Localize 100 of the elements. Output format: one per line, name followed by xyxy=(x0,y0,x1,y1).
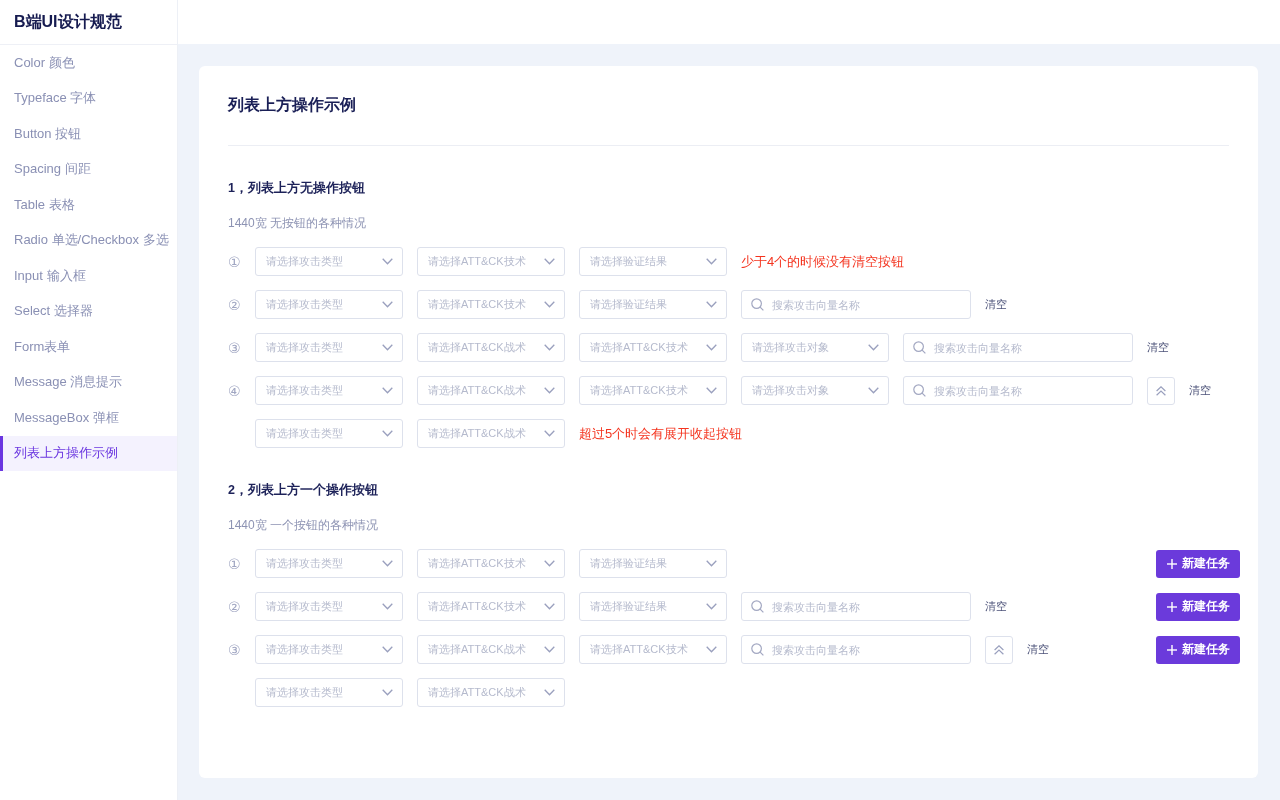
chevron-down-icon xyxy=(382,430,393,437)
chevron-down-icon xyxy=(382,258,393,265)
chevron-down-icon xyxy=(382,603,393,610)
row-number: ② xyxy=(228,296,241,313)
chevron-down-icon xyxy=(706,344,717,351)
chevron-down-icon xyxy=(706,301,717,308)
select-field[interactable]: 请选择攻击类型 xyxy=(255,635,403,664)
app-title: B端UI设计规范 xyxy=(0,0,177,45)
clear-link[interactable]: 清空 xyxy=(1027,642,1049,657)
chevron-down-icon xyxy=(544,560,555,567)
clear-link[interactable]: 清空 xyxy=(985,599,1007,614)
search-field[interactable]: 搜索攻击向量名称 xyxy=(903,376,1133,405)
chevron-down-icon xyxy=(382,387,393,394)
new-task-button[interactable]: 新建任务 xyxy=(1156,635,1240,664)
search-icon xyxy=(913,384,926,397)
search-icon xyxy=(751,298,764,311)
chevron-down-icon xyxy=(544,344,555,351)
select-field[interactable]: 请选择ATT&CK技术 xyxy=(417,247,565,276)
page-title: 列表上方操作示例 xyxy=(228,95,357,115)
select-field[interactable]: 请选择攻击类型 xyxy=(255,333,403,362)
select-field[interactable]: 请选择攻击对象 xyxy=(741,333,889,362)
sidebar-item[interactable]: Form表单 xyxy=(0,329,177,365)
select-field[interactable]: 请选择ATT&CK战术 xyxy=(417,678,565,707)
row-number: ① xyxy=(228,253,241,270)
sidebar-item[interactable]: Spacing 间距 xyxy=(0,151,177,187)
chevron-down-icon xyxy=(382,301,393,308)
chevron-down-icon xyxy=(706,560,717,567)
chevron-down-icon xyxy=(706,603,717,610)
sidebar-item[interactable]: Table 表格 xyxy=(0,187,177,223)
select-field[interactable]: 请选择ATT&CK技术 xyxy=(417,549,565,578)
section-subtitle: 1440宽 一个按钮的各种情况 xyxy=(228,517,380,534)
row-number: ③ xyxy=(228,339,241,356)
chevron-down-icon xyxy=(706,258,717,265)
chevron-down-icon xyxy=(544,430,555,437)
select-field[interactable]: 请选择ATT&CK技术 xyxy=(579,333,727,362)
collapse-button[interactable] xyxy=(985,635,1013,664)
search-icon xyxy=(751,643,764,656)
select-field[interactable]: 请选择验证结果 xyxy=(579,290,727,319)
chevron-down-icon xyxy=(544,258,555,265)
new-task-button[interactable]: 新建任务 xyxy=(1156,549,1240,578)
select-field[interactable]: 请选择ATT&CK战术 xyxy=(417,333,565,362)
select-field[interactable]: 请选择ATT&CK技术 xyxy=(579,376,727,405)
chevron-down-icon xyxy=(868,344,879,351)
select-field[interactable]: 请选择攻击类型 xyxy=(255,678,403,707)
sidebar-item[interactable]: Typeface 字体 xyxy=(0,80,177,116)
section-subtitle: 1440宽 无按钮的各种情况 xyxy=(228,215,368,232)
chevron-down-icon xyxy=(544,646,555,653)
chevron-down-icon xyxy=(868,387,879,394)
chevron-down-icon xyxy=(382,646,393,653)
select-field[interactable]: 请选择ATT&CK战术 xyxy=(417,419,565,448)
select-field[interactable]: 请选择验证结果 xyxy=(579,592,727,621)
select-field[interactable]: 请选择攻击类型 xyxy=(255,247,403,276)
select-field[interactable]: 请选择攻击类型 xyxy=(255,549,403,578)
search-icon xyxy=(751,600,764,613)
clear-link[interactable]: 清空 xyxy=(1147,340,1169,355)
plus-icon xyxy=(1166,644,1177,655)
clear-link[interactable]: 清空 xyxy=(985,297,1007,312)
row-number: ④ xyxy=(228,382,241,399)
select-field[interactable]: 请选择攻击类型 xyxy=(255,376,403,405)
select-field[interactable]: 请选择ATT&CK技术 xyxy=(417,592,565,621)
sidebar-item[interactable]: Button 按钮 xyxy=(0,116,177,152)
note-text: 少于4个的时候没有清空按钮 xyxy=(741,252,905,271)
search-icon xyxy=(913,341,926,354)
sidebar-item[interactable]: Input 输入框 xyxy=(0,258,177,294)
plus-icon xyxy=(1166,558,1177,569)
chevrons-up-icon xyxy=(1156,385,1166,396)
select-field[interactable]: 请选择ATT&CK技术 xyxy=(417,290,565,319)
select-field[interactable]: 请选择攻击类型 xyxy=(255,290,403,319)
chevrons-up-icon xyxy=(994,644,1004,655)
select-field[interactable]: 请选择ATT&CK技术 xyxy=(579,635,727,664)
sidebar-item[interactable]: MessageBox 弹框 xyxy=(0,400,177,436)
chevron-down-icon xyxy=(544,301,555,308)
select-field[interactable]: 请选择ATT&CK战术 xyxy=(417,635,565,664)
section-heading: 2，列表上方一个操作按钮 xyxy=(228,481,379,499)
sidebar-item[interactable]: Select 选择器 xyxy=(0,293,177,329)
clear-link[interactable]: 清空 xyxy=(1189,383,1211,398)
select-field[interactable]: 请选择攻击类型 xyxy=(255,592,403,621)
chevron-down-icon xyxy=(544,603,555,610)
chevron-down-icon xyxy=(544,689,555,696)
sidebar-item[interactable]: Radio 单选/Checkbox 多选 xyxy=(0,222,177,258)
new-task-button[interactable]: 新建任务 xyxy=(1156,592,1240,621)
select-field[interactable]: 请选择验证结果 xyxy=(579,247,727,276)
chevron-down-icon xyxy=(706,646,717,653)
plus-icon xyxy=(1166,601,1177,612)
search-field[interactable]: 搜索攻击向量名称 xyxy=(741,635,971,664)
sidebar-item[interactable]: Color 颜色 xyxy=(0,45,177,81)
sidebar-item[interactable]: Message 消息提示 xyxy=(0,364,177,400)
select-field[interactable]: 请选择ATT&CK战术 xyxy=(417,376,565,405)
chevron-down-icon xyxy=(382,344,393,351)
select-field[interactable]: 请选择验证结果 xyxy=(579,549,727,578)
row-number: ① xyxy=(228,555,241,572)
collapse-button[interactable] xyxy=(1147,376,1175,405)
sidebar-item[interactable]: 列表上方操作示例 xyxy=(0,435,177,471)
search-field[interactable]: 搜索攻击向量名称 xyxy=(741,592,971,621)
search-field[interactable]: 搜索攻击向量名称 xyxy=(903,333,1133,362)
select-field[interactable]: 请选择攻击类型 xyxy=(255,419,403,448)
search-field[interactable]: 搜索攻击向量名称 xyxy=(741,290,971,319)
note-text: 超过5个时会有展开收起按钮 xyxy=(579,424,743,443)
chevron-down-icon xyxy=(544,387,555,394)
select-field[interactable]: 请选择攻击对象 xyxy=(741,376,889,405)
